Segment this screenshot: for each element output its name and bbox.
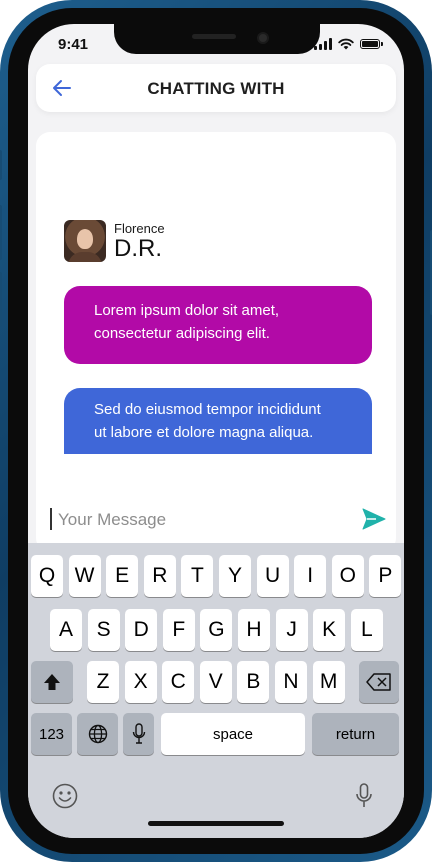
screen: 9:41 CHATTING WITH Florence D.R. Lorem i… bbox=[28, 24, 404, 838]
return-key[interactable]: return bbox=[312, 713, 399, 755]
shift-key[interactable] bbox=[31, 661, 73, 703]
globe-key[interactable] bbox=[77, 713, 118, 755]
key-z[interactable]: Z bbox=[87, 661, 119, 703]
message-composer bbox=[36, 502, 396, 542]
key-w[interactable]: W bbox=[68, 555, 101, 597]
message-bubble: Lorem ipsum dolor sit amet, consectetur … bbox=[64, 286, 372, 364]
key-g[interactable]: G bbox=[200, 609, 233, 651]
key-c[interactable]: C bbox=[162, 661, 195, 703]
key-j[interactable]: J bbox=[275, 609, 308, 651]
key-x[interactable]: X bbox=[124, 661, 157, 703]
key-b[interactable]: B bbox=[237, 661, 270, 703]
mute-switch bbox=[0, 150, 2, 180]
chat-panel: Florence D.R. Lorem ipsum dolor sit amet… bbox=[36, 132, 396, 552]
emoji-button[interactable] bbox=[52, 783, 78, 814]
key-o[interactable]: O bbox=[331, 555, 364, 597]
speaker bbox=[192, 34, 236, 39]
key-l[interactable]: L bbox=[350, 609, 383, 651]
contact-last-name: D.R. bbox=[114, 235, 162, 262]
backspace-icon bbox=[366, 673, 391, 691]
emoji-icon bbox=[52, 783, 78, 809]
key-r[interactable]: R bbox=[143, 555, 176, 597]
dictation-icon bbox=[356, 783, 372, 807]
phone-frame: 9:41 CHATTING WITH Florence D.R. Lorem i… bbox=[0, 0, 432, 862]
key-q[interactable]: Q bbox=[31, 555, 63, 597]
numbers-key[interactable]: 123 bbox=[31, 713, 72, 755]
key-v[interactable]: V bbox=[199, 661, 232, 703]
key-a[interactable]: A bbox=[50, 609, 82, 651]
send-button[interactable] bbox=[362, 508, 386, 530]
dictation-button[interactable] bbox=[355, 783, 373, 814]
send-icon bbox=[362, 508, 386, 530]
camera bbox=[257, 32, 269, 44]
key-i[interactable]: I bbox=[294, 555, 327, 597]
backspace-key[interactable] bbox=[359, 661, 399, 703]
page-title: CHATTING WITH bbox=[147, 79, 285, 98]
key-h[interactable]: H bbox=[238, 609, 270, 651]
key-p[interactable]: P bbox=[369, 555, 402, 597]
message-line: Sed do eiusmod tempor incididunt bbox=[94, 401, 321, 418]
status-time: 9:41 bbox=[58, 36, 89, 53]
microphone-icon bbox=[132, 723, 145, 744]
key-d[interactable]: D bbox=[125, 609, 158, 651]
status-icons bbox=[314, 37, 383, 51]
dictation-key[interactable] bbox=[123, 713, 154, 755]
key-t[interactable]: T bbox=[181, 555, 214, 597]
key-u[interactable]: U bbox=[256, 555, 289, 597]
keyboard: 123 space return Q W E R T Y U I O P A S… bbox=[28, 543, 404, 838]
space-key[interactable]: space bbox=[161, 713, 305, 755]
message-line: ut labore et dolore magna aliqua. bbox=[94, 424, 314, 441]
key-e[interactable]: E bbox=[106, 555, 139, 597]
battery-icon bbox=[360, 39, 383, 49]
message-line: consectetur adipiscing elit. bbox=[94, 325, 270, 342]
cellular-signal-icon bbox=[314, 38, 332, 50]
globe-icon bbox=[88, 724, 107, 744]
key-k[interactable]: K bbox=[313, 609, 346, 651]
key-n[interactable]: N bbox=[275, 661, 307, 703]
notch bbox=[114, 24, 320, 54]
avatar[interactable] bbox=[64, 220, 106, 262]
wifi-icon bbox=[338, 38, 354, 50]
key-s[interactable]: S bbox=[87, 609, 120, 651]
key-m[interactable]: M bbox=[312, 661, 345, 703]
key-f[interactable]: F bbox=[162, 609, 195, 651]
chat-header: CHATTING WITH bbox=[36, 64, 396, 112]
text-cursor bbox=[50, 508, 52, 530]
key-y[interactable]: Y bbox=[219, 555, 251, 597]
home-indicator bbox=[148, 821, 284, 826]
volume-down-button bbox=[0, 272, 2, 327]
contact-first-name: Florence bbox=[114, 221, 165, 236]
shift-icon bbox=[44, 674, 60, 690]
message-input[interactable] bbox=[56, 504, 350, 536]
volume-up-button bbox=[0, 205, 2, 260]
message-line: Lorem ipsum dolor sit amet, bbox=[94, 302, 280, 319]
message-bubble: Sed do eiusmod tempor incididunt ut labo… bbox=[64, 388, 372, 454]
